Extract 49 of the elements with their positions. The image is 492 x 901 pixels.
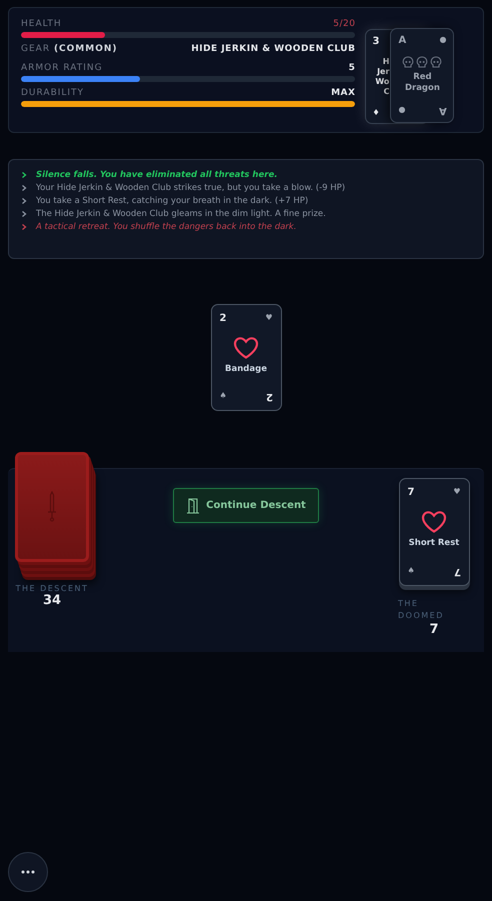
card-rank: A — [398, 35, 406, 46]
skull-icon — [402, 56, 414, 69]
suit-icon: ♠ — [220, 391, 227, 402]
suit-icon: ● — [398, 105, 406, 116]
pile-count: 7 — [429, 622, 439, 637]
heart-icon — [421, 510, 447, 534]
stat-label: DURABILITY — [21, 88, 84, 98]
stat-value: MAX — [331, 88, 356, 98]
skull-icon — [416, 56, 428, 69]
card-rank: A — [438, 105, 446, 116]
card-rank: 2 — [266, 391, 272, 402]
suit-icon: ♥ — [453, 487, 460, 498]
log-message: Silence falls. You have eliminated all threats here. — [36, 170, 278, 180]
card-name: Short Rest — [408, 538, 460, 549]
card-rank: 3 — [372, 36, 380, 47]
pile-label: THE DESCENT — [16, 584, 88, 593]
stat-value: 5 — [348, 63, 356, 73]
stat-label: HEALTH — [21, 19, 62, 29]
log-message: A tactical retreat. You shuffle the dangers back into the dark. — [36, 222, 296, 232]
skull-icon — [430, 56, 442, 69]
card-name: Red Dragon — [404, 72, 441, 94]
log-message: You take a Short Rest, catching your breath in the dark. (+7 HP) — [36, 196, 308, 206]
card-rank: 2 — [220, 313, 226, 324]
stat-label: GEAR (COMMON) — [21, 44, 118, 54]
stat-value: HIDE JERKIN & WOODEN CLUB — [191, 44, 356, 54]
log-message: The Hide Jerkin & Wooden Club gleams in the dim light. A fine prize. — [36, 209, 326, 219]
more-button[interactable] — [8, 852, 48, 892]
card-name-fragment: Jer — [377, 67, 390, 77]
suit-icon: ♠ — [408, 566, 415, 577]
stat-label: ARMOR RATING — [21, 63, 103, 73]
more-icon — [21, 870, 35, 874]
card-rank: 7 — [454, 566, 460, 577]
sword-icon — [46, 491, 58, 523]
room-card[interactable]: 2 ♥ Bandage ♠ 2 — [210, 304, 282, 411]
heart-icon — [233, 336, 259, 360]
door-icon — [186, 498, 200, 514]
suit-icon: ♦ — [372, 108, 380, 117]
card-name-fragment: H — [382, 57, 390, 67]
card-rank: 7 — [408, 487, 414, 498]
card-name-fragment: C — [384, 87, 390, 97]
card-name: Bandage — [225, 364, 267, 375]
suit-icon: ● — [439, 35, 446, 46]
stat-value: 5/20 — [333, 19, 356, 29]
pile-count: 34 — [42, 593, 62, 608]
card-name-fragment: Wo — [375, 77, 390, 87]
continue-button[interactable]: Continue Descent — [173, 488, 319, 523]
pile-label: THE DOOMED — [398, 598, 445, 622]
log-message: Your Hide Jerkin & Wooden Club strikes true, but you take a blow. (-9 HP) — [36, 183, 346, 193]
suit-icon: ♥ — [265, 313, 272, 324]
